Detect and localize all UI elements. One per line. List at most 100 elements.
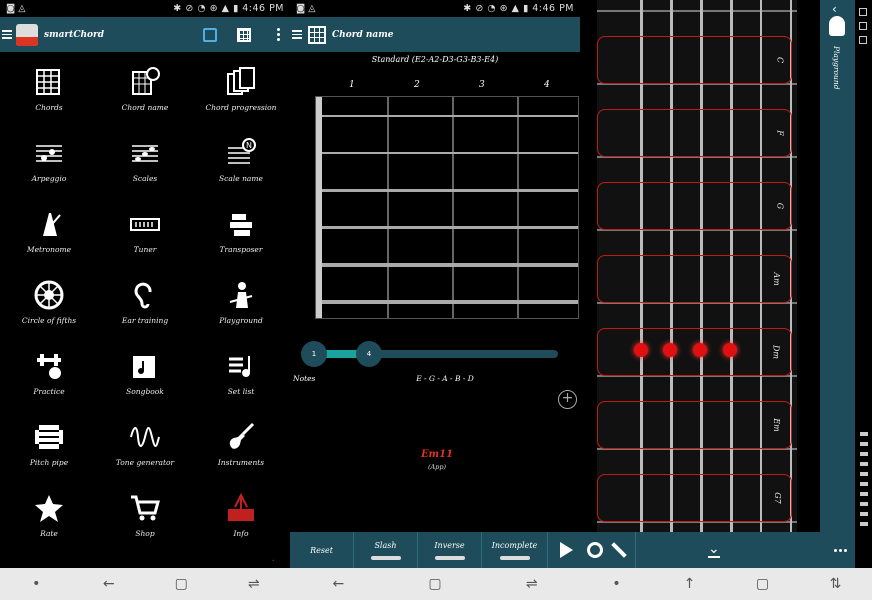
set-list-icon xyxy=(229,356,250,377)
menu-tile-label: Chord name xyxy=(121,103,169,112)
nav-up-icon[interactable]: ↑ xyxy=(653,576,726,592)
chord-name-icon xyxy=(308,25,326,44)
playground-icon xyxy=(829,16,845,36)
menu-tile-tuner[interactable]: Tuner xyxy=(97,195,193,266)
slash-toggle[interactable]: Slash xyxy=(354,532,418,568)
overflow-menu-icon[interactable] xyxy=(277,28,280,41)
result-chord-sub: (App) xyxy=(427,463,447,471)
notes-label: Notes xyxy=(293,374,316,383)
menu-tile-chords[interactable]: Chords xyxy=(1,53,97,124)
reset-button[interactable]: Reset xyxy=(290,532,354,568)
chord-toolbar: Reset Slash Inverse Incomplete ⌄ xyxy=(290,532,855,568)
menu-tile-chord-name[interactable]: Chord name xyxy=(97,53,193,124)
cart-icon xyxy=(131,495,160,521)
scale-name-icon: N xyxy=(228,138,256,164)
result-chord-name[interactable]: Em11 xyxy=(400,449,474,460)
arpeggio-icon xyxy=(36,145,62,162)
menu-tile-tone-generator[interactable]: Tone generator xyxy=(97,408,193,479)
chord-button-em[interactable]: Em xyxy=(597,401,792,449)
transfer-icon[interactable] xyxy=(203,27,217,42)
menu-tile-playground[interactable]: Playground xyxy=(193,266,289,337)
menu-tile-ear-training[interactable]: Ear training xyxy=(97,266,193,337)
play-icon[interactable] xyxy=(560,542,573,558)
nav-recents-icon[interactable]: ⇌ xyxy=(218,576,291,592)
chord-button-g[interactable]: G xyxy=(597,182,792,230)
transposer-icon xyxy=(230,214,252,236)
collapse-chevron-icon[interactable]: ‹ xyxy=(832,2,837,16)
menu-tile-rate[interactable]: Rate xyxy=(1,479,97,550)
fret-line xyxy=(452,97,454,318)
menu-tile-label: Songbook xyxy=(126,387,164,396)
menu-tile-label: Metronome xyxy=(26,245,72,254)
menu-tile-label: Pitch pipe xyxy=(29,458,69,467)
grid-view-icon[interactable] xyxy=(237,27,251,42)
settings-cog-icon[interactable] xyxy=(587,542,603,558)
chord-name-icon xyxy=(132,67,160,95)
menu-tile-info[interactable]: Info xyxy=(193,479,289,550)
status-icons-rotated xyxy=(859,8,868,44)
menu-tile-label: Tone generator xyxy=(115,458,175,467)
menu-tile-label: Chords xyxy=(35,103,63,112)
add-circle-icon[interactable]: + xyxy=(558,390,577,409)
menu-tile-scale-name[interactable]: N Scale name xyxy=(193,124,289,195)
collapse-down-icon[interactable]: ⌄ xyxy=(708,542,720,558)
chord-button-c[interactable]: C xyxy=(597,36,792,84)
fret-number: 4 xyxy=(544,80,550,90)
incomplete-toggle[interactable]: Incomplete xyxy=(482,532,548,568)
menu-tile-songbook[interactable]: Songbook xyxy=(97,337,193,408)
menu-tile-label: Circle of fifths xyxy=(21,316,77,325)
notification-icons-middle: ◙ ◬ xyxy=(296,3,316,14)
menu-tile-label: Set list xyxy=(227,387,255,396)
string-line xyxy=(322,152,578,154)
practice-icon xyxy=(37,354,61,379)
back-menu-icon[interactable] xyxy=(292,30,302,39)
nav-recents-icon-right[interactable]: ⇅ xyxy=(799,576,872,592)
chord-label: Em xyxy=(771,418,781,432)
chord-label: F xyxy=(775,130,785,136)
menu-tile-shop[interactable]: Shop xyxy=(97,479,193,550)
menu-icon[interactable] xyxy=(2,30,12,39)
playground-title: Playground xyxy=(832,46,841,90)
menu-tile-metronome[interactable]: Metronome xyxy=(1,195,97,266)
menu-tile-pitch-pipe[interactable]: Pitch pipe xyxy=(1,408,97,479)
nav-back-icon-middle[interactable]: ← xyxy=(290,576,387,592)
status-icons-rotated-bottom xyxy=(860,432,868,532)
tuning-label[interactable]: Standard (E2-A2-D3-G3-B3-E4) xyxy=(290,55,580,64)
menu-tile-instruments[interactable]: Instruments xyxy=(193,408,289,479)
range-end-handle[interactable]: 4 xyxy=(356,341,382,367)
chord-button-g7[interactable]: G7 xyxy=(597,474,792,522)
chord-button-f[interactable]: F xyxy=(597,109,792,157)
version-label: • xyxy=(272,558,275,563)
menu-tile-set-list[interactable]: Set list xyxy=(193,337,289,408)
songbook-icon xyxy=(133,356,155,378)
nav-back-icon[interactable]: ← xyxy=(73,576,146,592)
menu-tile-arpeggio[interactable]: Arpeggio xyxy=(1,124,97,195)
edit-pencil-icon[interactable] xyxy=(611,542,627,558)
nav-home-icon-middle[interactable]: ▢ xyxy=(387,576,484,592)
fret-line xyxy=(387,97,389,318)
menu-tile-practice[interactable]: Practice xyxy=(1,337,97,408)
menu-tile-scales[interactable]: Scales xyxy=(97,124,193,195)
nav-dot-icon[interactable]: • xyxy=(0,576,73,592)
menu-tile-chord-progression[interactable]: Chord progression xyxy=(193,53,289,124)
inverse-toggle[interactable]: Inverse xyxy=(418,532,482,568)
status-time-middle: ✱ ⊘ ◔ ⊛ ▲ ▮ 4:46 PM xyxy=(463,3,574,14)
chord-button-am[interactable]: Am xyxy=(597,255,792,303)
nav-recents-icon-middle[interactable]: ⇌ xyxy=(483,576,580,592)
fretboard[interactable] xyxy=(315,96,579,319)
nav-dot-icon-right[interactable]: • xyxy=(580,576,653,592)
nav-bar-middle: ← ▢ ⇌ xyxy=(290,568,580,600)
more-dots-icon[interactable] xyxy=(834,548,847,552)
status-icons: ✱ ⊘ ◔ ⊛ ▲ ▮ xyxy=(173,3,243,14)
nav-home-icon-right[interactable]: ▢ xyxy=(726,576,799,592)
smartchord-logo-icon xyxy=(228,493,254,521)
menu-tile-circle-of-fifths[interactable]: Circle of fifths xyxy=(1,266,97,337)
chord-label: G7 xyxy=(772,492,782,504)
chord-name-app-bar: Chord name xyxy=(290,17,580,52)
nav-home-icon[interactable]: ▢ xyxy=(145,576,218,592)
status-icons-middle: ✱ ⊘ ◔ ⊛ ▲ ▮ xyxy=(463,3,533,14)
menu-tile-label: Rate xyxy=(40,529,58,538)
range-start-handle[interactable]: 1 xyxy=(301,341,327,367)
menu-tile-transposer[interactable]: Transposer xyxy=(193,195,289,266)
main-menu-pane: ◙ ◬ ✱ ⊘ ◔ ⊛ ▲ ▮ 4:46 PM smartChord Chord… xyxy=(0,0,290,568)
